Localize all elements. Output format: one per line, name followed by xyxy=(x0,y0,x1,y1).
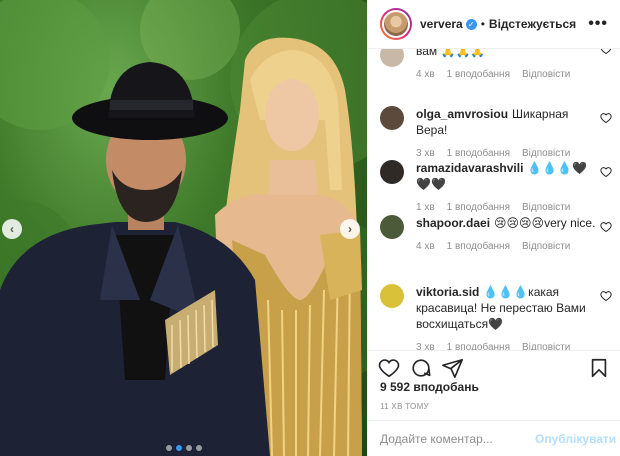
heart-icon[interactable] xyxy=(378,357,400,379)
comment-item: viktoria.sid 💧💧💧какая красавица! Не перес… xyxy=(380,284,612,350)
comment-text: вам 🙏🙏🙏 xyxy=(416,49,486,58)
commenter-avatar[interactable] xyxy=(380,215,404,239)
chevron-right-icon: › xyxy=(348,222,352,236)
comment-username[interactable]: olga_amvrosiou xyxy=(416,107,508,121)
comment-heart-icon[interactable] xyxy=(600,166,612,178)
comment-time: 4 хв xyxy=(416,69,435,80)
carousel-prev-button[interactable]: ‹ xyxy=(2,219,22,239)
share-icon[interactable] xyxy=(442,357,464,379)
comment-heart-icon[interactable] xyxy=(600,49,612,55)
comment-item: olga_amvrosiou Шикарная Вера! 3 хв 1 впод… xyxy=(380,106,612,162)
comment-text: 😢😢😢😢very nice. xyxy=(494,216,596,230)
comment-likes[interactable]: 1 вподобання xyxy=(447,239,510,255)
commenter-avatar[interactable] xyxy=(380,106,404,130)
comment-username[interactable]: ramazidavarashvili xyxy=(416,161,523,175)
post-photo[interactable]: ‹ › xyxy=(0,0,367,456)
comment-item: вам 🙏🙏🙏 4 хв 1 вподобання Відповісти xyxy=(380,49,612,83)
carousel-dot xyxy=(185,445,192,451)
reply-button[interactable]: Відповісти xyxy=(522,200,570,216)
photo-illustration xyxy=(0,0,367,456)
comment-likes[interactable]: 1 вподобання xyxy=(447,200,510,216)
reply-button[interactable]: Відповісти xyxy=(522,340,570,350)
comment-icon[interactable] xyxy=(410,357,432,379)
comment-heart-icon[interactable] xyxy=(600,112,612,124)
comments-list[interactable]: вам 🙏🙏🙏 4 хв 1 вподобання Відповісти olg… xyxy=(368,49,620,350)
more-options-icon[interactable]: ••• xyxy=(588,15,608,33)
comment-likes[interactable]: 1 вподобання xyxy=(447,340,510,350)
commenter-avatar[interactable] xyxy=(380,49,404,67)
commenter-avatar[interactable] xyxy=(380,284,404,308)
likes-count[interactable]: 9 592 вподобань xyxy=(380,380,479,394)
carousel-indicator xyxy=(0,445,367,451)
comment-time: 1 хв xyxy=(416,202,435,213)
comment-heart-icon[interactable] xyxy=(600,290,612,302)
reply-button[interactable]: Відповісти xyxy=(522,239,570,255)
carousel-dot xyxy=(165,445,172,451)
post-side-panel: ververa ✓ • Відстежується ••• вам 🙏🙏🙏 4 … xyxy=(367,0,620,456)
posted-time: 11 ХВ ТОМУ xyxy=(380,402,429,411)
post-header: ververa ✓ • Відстежується ••• xyxy=(368,0,620,49)
carousel-dot-active xyxy=(175,445,182,451)
chevron-left-icon: ‹ xyxy=(10,222,14,236)
add-comment-bar: Опублікувати xyxy=(368,420,620,456)
author-username[interactable]: ververa xyxy=(420,17,463,31)
reply-button[interactable]: Відповісти xyxy=(522,67,570,83)
comment-item: ramazidavarashvili 💧💧💧🖤🖤🖤 1 хв 1 вподобан… xyxy=(380,160,612,216)
action-bar xyxy=(378,357,610,381)
comment-username[interactable]: viktoria.sid xyxy=(416,285,479,299)
comment-item: shapoor.daei 😢😢😢😢very nice. 4 хв 1 вподоб… xyxy=(380,215,612,255)
comment-time: 3 хв xyxy=(416,342,435,350)
commenter-avatar[interactable] xyxy=(380,160,404,184)
author-avatar[interactable] xyxy=(380,8,412,40)
publish-button[interactable]: Опублікувати xyxy=(535,432,616,446)
comment-likes[interactable]: 1 вподобання xyxy=(447,67,510,83)
comment-input[interactable] xyxy=(380,431,535,446)
carousel-next-button[interactable]: › xyxy=(340,219,360,239)
comment-time: 4 хв xyxy=(416,241,435,252)
verified-badge-icon: ✓ xyxy=(465,18,477,30)
header-separator: • xyxy=(480,17,485,31)
follow-status[interactable]: Відстежується xyxy=(489,17,576,31)
bookmark-icon[interactable] xyxy=(588,357,610,379)
carousel-dot xyxy=(195,445,202,451)
comment-heart-icon[interactable] xyxy=(600,221,612,233)
comment-username[interactable]: shapoor.daei xyxy=(416,216,490,230)
